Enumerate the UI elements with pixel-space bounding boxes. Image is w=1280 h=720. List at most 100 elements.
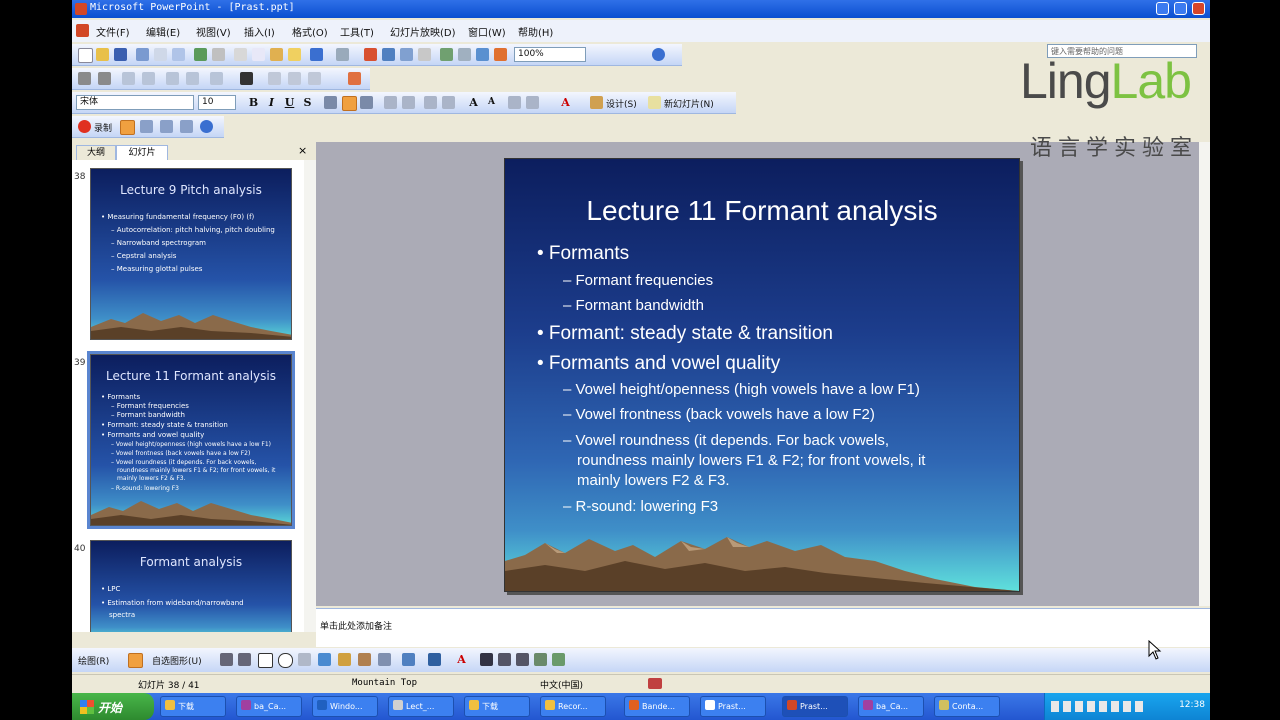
align-center-icon[interactable]: [342, 96, 357, 111]
record-button[interactable]: 录制: [94, 121, 112, 134]
minimize-icon[interactable]: [1156, 2, 1169, 15]
font-name-select[interactable]: 宋体: [76, 95, 194, 110]
new-slide-button[interactable]: 新幻灯片(N): [664, 97, 714, 110]
menu-insert[interactable]: 插入(I): [244, 24, 275, 39]
undo-icon[interactable]: [310, 48, 323, 61]
expand-all-icon[interactable]: [440, 48, 453, 61]
menu-window[interactable]: 窗口(W): [468, 24, 506, 39]
decrease-font-icon[interactable]: A: [484, 95, 499, 110]
move-down-icon[interactable]: [142, 72, 155, 85]
outline-extra-icon[interactable]: [308, 72, 321, 85]
line-color-icon[interactable]: [428, 653, 441, 666]
shadow-style-icon[interactable]: [534, 653, 547, 666]
move-up-icon[interactable]: [122, 72, 135, 85]
help-icon[interactable]: [652, 48, 665, 61]
maximize-icon[interactable]: [1174, 2, 1187, 15]
tab-slides[interactable]: 幻灯片: [116, 145, 168, 160]
line-spacing-icon[interactable]: [508, 96, 521, 109]
tool-d-icon[interactable]: [180, 120, 193, 133]
tables-borders-icon[interactable]: [400, 48, 413, 61]
show-formatting-icon[interactable]: [458, 48, 471, 61]
summary-slide-icon[interactable]: [240, 72, 253, 85]
start-button[interactable]: 开始: [72, 693, 154, 720]
insert-table-icon[interactable]: [382, 48, 395, 61]
shadow-button[interactable]: S: [300, 95, 315, 110]
tray-icons[interactable]: [1051, 701, 1143, 712]
paragraph-spacing-icon[interactable]: [526, 96, 539, 109]
slide-thumbnail[interactable]: Formant analysis • LPC • Estimation from…: [90, 540, 292, 632]
font-color-icon[interactable]: A: [558, 95, 573, 110]
tool-active-icon[interactable]: [120, 120, 135, 135]
menu-file[interactable]: 文件(F): [96, 24, 130, 39]
design-icon[interactable]: [590, 96, 603, 109]
diagram-icon[interactable]: [338, 653, 351, 666]
tab-outline[interactable]: 大纲: [76, 145, 116, 160]
current-slide[interactable]: Lecture 11 Formant analysis • Formants –…: [504, 158, 1020, 592]
bullets-icon[interactable]: [402, 96, 415, 109]
taskbar-item[interactable]: 下载: [160, 696, 226, 717]
draw-menu-button[interactable]: 绘图(R): [78, 654, 109, 667]
slide-scrollbar[interactable]: [1199, 142, 1210, 606]
record-icon[interactable]: [78, 120, 91, 133]
print-icon[interactable]: [154, 48, 167, 61]
slide-thumbnail[interactable]: Lecture 9 Pitch analysis • Measuring fun…: [90, 168, 292, 340]
slide-thumbnail-selected[interactable]: Lecture 11 Formant analysis • Formants –…: [87, 351, 295, 529]
print-preview-icon[interactable]: [172, 48, 185, 61]
outline-demote-icon[interactable]: [98, 72, 111, 85]
taskbar-item[interactable]: Lect_...: [388, 696, 454, 717]
paste-icon[interactable]: [270, 48, 283, 61]
clipart-icon[interactable]: [358, 653, 371, 666]
bold-button[interactable]: B: [246, 95, 261, 110]
increase-indent-icon[interactable]: [442, 96, 455, 109]
line-icon[interactable]: [220, 653, 233, 666]
collapse-icon[interactable]: [166, 72, 179, 85]
redo-icon[interactable]: [336, 48, 349, 61]
taskbar-item[interactable]: ba_Ca...: [858, 696, 924, 717]
fill-color-icon[interactable]: [402, 653, 415, 666]
menu-format[interactable]: 格式(O): [292, 24, 328, 39]
taskbar-item[interactable]: Conta...: [934, 696, 1000, 717]
autoshapes-button[interactable]: 自选图形(U): [152, 654, 202, 667]
menu-help[interactable]: 帮助(H): [518, 24, 553, 39]
oval-icon[interactable]: [278, 653, 293, 668]
outline-promote-icon[interactable]: [78, 72, 91, 85]
close-icon[interactable]: [1192, 2, 1205, 15]
insert-picture-icon[interactable]: [418, 48, 431, 61]
line-style-icon[interactable]: [480, 653, 493, 666]
taskbar-item-active[interactable]: Prast...: [782, 696, 848, 717]
align-right-icon[interactable]: [360, 96, 373, 109]
italic-button[interactable]: I: [264, 95, 279, 110]
draw-font-color-icon[interactable]: A: [454, 652, 469, 667]
expand-icon[interactable]: [186, 72, 199, 85]
design-button[interactable]: 设计(S): [606, 97, 637, 110]
menu-slideshow[interactable]: 幻灯片放映(D): [390, 24, 456, 39]
new-slide-icon[interactable]: [648, 96, 661, 109]
permission-icon[interactable]: [136, 48, 149, 61]
zoom-select[interactable]: 100%: [514, 47, 586, 62]
collapse-all-icon[interactable]: [210, 72, 223, 85]
numbering-icon[interactable]: [384, 96, 397, 109]
taskbar-item[interactable]: Windo...: [312, 696, 378, 717]
underline-button[interactable]: U: [282, 95, 297, 110]
notes-pane[interactable]: 单击此处添加备注: [316, 608, 1210, 647]
copy-icon[interactable]: [252, 48, 265, 61]
dash-style-icon[interactable]: [498, 653, 511, 666]
decrease-indent-icon[interactable]: [424, 96, 437, 109]
taskbar-item[interactable]: ba_Ca...: [236, 696, 302, 717]
taskbar-item[interactable]: 下载: [464, 696, 530, 717]
research-icon[interactable]: [212, 48, 225, 61]
open-icon[interactable]: [96, 48, 109, 61]
rectangle-icon[interactable]: [258, 653, 273, 668]
thumbnail-scrollbar[interactable]: [304, 160, 316, 632]
taskbar-item[interactable]: Bande...: [624, 696, 690, 717]
spelling-icon[interactable]: [194, 48, 207, 61]
save-icon[interactable]: [114, 48, 127, 61]
format-painter-icon[interactable]: [288, 48, 301, 61]
cut-icon[interactable]: [234, 48, 247, 61]
menu-tools[interactable]: 工具(T): [340, 24, 374, 39]
align-left-icon[interactable]: [324, 96, 337, 109]
wordart-icon[interactable]: [318, 653, 331, 666]
taskbar-item[interactable]: Recor...: [540, 696, 606, 717]
tool-b-icon[interactable]: [140, 120, 153, 133]
doc-menu-icon[interactable]: [76, 24, 89, 37]
